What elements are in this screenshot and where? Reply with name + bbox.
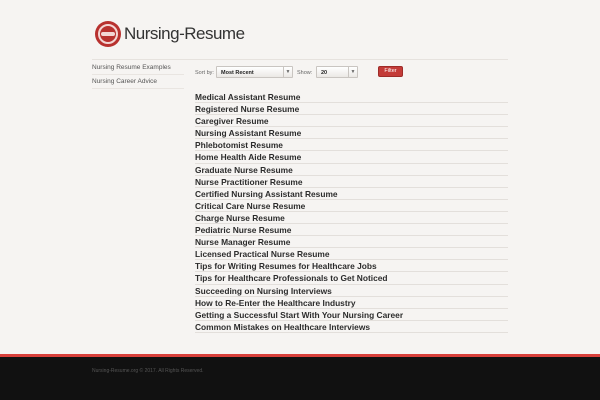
article-link[interactable]: Graduate Nurse Resume xyxy=(195,164,508,176)
article-link[interactable]: How to Re-Enter the Healthcare Industry xyxy=(195,297,508,309)
article-link[interactable]: Phlebotomist Resume xyxy=(195,139,508,152)
article-link[interactable]: Tips for Writing Resumes for Healthcare … xyxy=(195,260,508,273)
logo-text: Nursing-Resume xyxy=(124,24,245,43)
article-link[interactable]: Common Mistakes on Healthcare Interviews xyxy=(195,321,508,333)
filter-bar: Sort by: Most Recent ▼ Show: 20 ▼ Filter xyxy=(195,66,508,80)
show-select[interactable]: 20 ▼ xyxy=(316,66,358,78)
article-link[interactable]: Getting a Successful Start With Your Nur… xyxy=(195,309,508,321)
sort-select-value: Most Recent xyxy=(221,70,254,76)
article-link[interactable]: Tips for Healthcare Professionals to Get… xyxy=(195,272,508,285)
sort-label: Sort by: xyxy=(195,70,214,76)
nursing-cap-icon xyxy=(95,21,121,47)
copyright-text: Nursing-Resume.org © 2017. All Rights Re… xyxy=(92,368,204,374)
chevron-down-icon: ▼ xyxy=(283,67,292,77)
chevron-down-icon: ▼ xyxy=(348,67,357,77)
article-link[interactable]: Registered Nurse Resume xyxy=(195,103,508,116)
article-link[interactable]: Nurse Practitioner Resume xyxy=(195,176,508,188)
show-select-value: 20 xyxy=(321,70,328,76)
sidebar-item-career-advice[interactable]: Nursing Career Advice xyxy=(92,75,184,89)
sort-select[interactable]: Most Recent ▼ xyxy=(216,66,293,78)
filter-button[interactable]: Filter xyxy=(378,66,403,77)
article-link[interactable]: Succeeding on Nursing Interviews xyxy=(195,285,508,297)
article-link[interactable]: Nursing Assistant Resume xyxy=(195,127,508,140)
article-link[interactable]: Licensed Practical Nurse Resume xyxy=(195,248,508,261)
article-link[interactable]: Home Health Aide Resume xyxy=(195,151,508,164)
header-divider xyxy=(92,59,508,60)
site-logo[interactable]: Nursing-Resume xyxy=(95,19,245,49)
article-link[interactable]: Caregiver Resume xyxy=(195,115,508,128)
sidebar: Nursing Resume Examples Nursing Career A… xyxy=(92,61,184,89)
article-link[interactable]: Nurse Manager Resume xyxy=(195,236,508,249)
article-link[interactable]: Charge Nurse Resume xyxy=(195,212,508,225)
sidebar-item-resume-examples[interactable]: Nursing Resume Examples xyxy=(92,61,184,75)
article-link[interactable]: Medical Assistant Resume xyxy=(195,91,508,104)
show-label: Show: xyxy=(297,70,313,76)
article-link[interactable]: Pediatric Nurse Resume xyxy=(195,224,508,237)
footer: Nursing-Resume.org © 2017. All Rights Re… xyxy=(0,357,600,400)
article-link[interactable]: Critical Care Nurse Resume xyxy=(195,200,508,212)
article-list: Medical Assistant Resume Registered Nurse… xyxy=(195,91,508,333)
article-link[interactable]: Certified Nursing Assistant Resume xyxy=(195,188,508,200)
